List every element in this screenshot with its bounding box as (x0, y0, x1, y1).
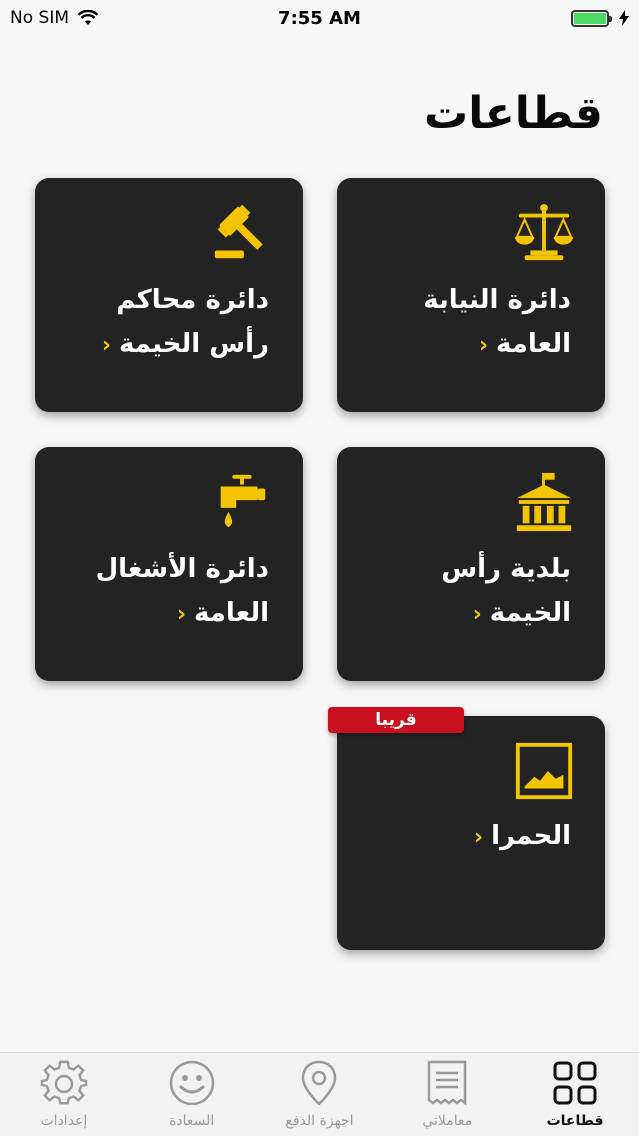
card-label-line2: العامة (194, 598, 269, 628)
card-label-line1: دائرة الأشغال (95, 554, 269, 584)
card-label: دائرة النيابة العامة ‹ (355, 278, 571, 368)
card-label-line1: دائرة محاكم (116, 285, 269, 315)
card-al-hamra[interactable]: الحمرا ‹ (337, 716, 605, 950)
tab-label: إعدادات (40, 1113, 88, 1129)
card-label-line2: رأس الخيمة (118, 329, 269, 359)
scales-icon (514, 203, 574, 261)
page-title: قطاعات (424, 88, 603, 139)
chevron-left-icon: ‹ (176, 602, 187, 627)
card-municipality[interactable]: بلدية رأس الخيمة ‹ (337, 447, 605, 681)
card-label-line2: العامة (496, 329, 571, 359)
card-public-prosecution[interactable]: دائرة النيابة العامة ‹ (337, 178, 605, 412)
tab-happiness[interactable]: السعادة (128, 1053, 256, 1136)
card-label: دائرة محاكم رأس الخيمة ‹ (53, 278, 269, 368)
gear-icon (40, 1060, 88, 1105)
status-bar: No SIM 7:55 AM (0, 0, 639, 36)
building-icon (516, 472, 572, 532)
status-right (571, 9, 629, 27)
tab-label: معاملاتي (422, 1113, 473, 1129)
grid-icon (553, 1061, 597, 1105)
chevron-left-icon: ‹ (478, 333, 489, 358)
faucet-icon (220, 474, 266, 528)
tab-bar: إعدادات السعادة اجهزة الدفع معاملاتي قطا… (0, 1052, 639, 1136)
tab-label: السعادة (169, 1113, 215, 1129)
location-pin-icon (302, 1060, 337, 1106)
card-public-works[interactable]: دائرة الأشغال العامة ‹ (35, 447, 303, 681)
receipt-icon (428, 1060, 467, 1106)
tab-label: اجهزة الدفع (285, 1113, 354, 1129)
card-label-line2: الخيمة (489, 598, 571, 628)
status-left: No SIM (10, 8, 99, 28)
card-label: الحمرا ‹ (355, 814, 571, 860)
image-icon (515, 742, 573, 800)
chevron-left-icon: ‹ (101, 333, 111, 358)
gavel-icon (214, 204, 263, 259)
chevron-left-icon: ‹ (472, 602, 482, 627)
card-label: دائرة الأشغال العامة ‹ (53, 547, 269, 637)
tab-sectors[interactable]: قطاعات (511, 1053, 639, 1136)
smiley-icon (169, 1060, 214, 1106)
carrier-label: No SIM (10, 8, 69, 28)
tab-payment-devices[interactable]: اجهزة الدفع (256, 1053, 384, 1136)
card-label-line1: بلدية رأس (441, 554, 571, 584)
card-label-line1: دائرة النيابة (423, 285, 571, 315)
wifi-icon (77, 10, 99, 25)
card-label-line1: الحمرا (491, 821, 571, 851)
coming-soon-badge: قريبا (328, 707, 464, 733)
card-label: بلدية رأس الخيمة ‹ (355, 547, 571, 637)
card-courts[interactable]: دائرة محاكم رأس الخيمة ‹ (35, 178, 303, 412)
battery-icon (571, 9, 612, 27)
tab-settings[interactable]: إعدادات (0, 1053, 128, 1136)
tab-label: قطاعات (546, 1113, 604, 1129)
charging-bolt-icon (619, 10, 629, 26)
tab-my-transactions[interactable]: معاملاتي (383, 1053, 511, 1136)
chevron-left-icon: ‹ (473, 825, 484, 850)
